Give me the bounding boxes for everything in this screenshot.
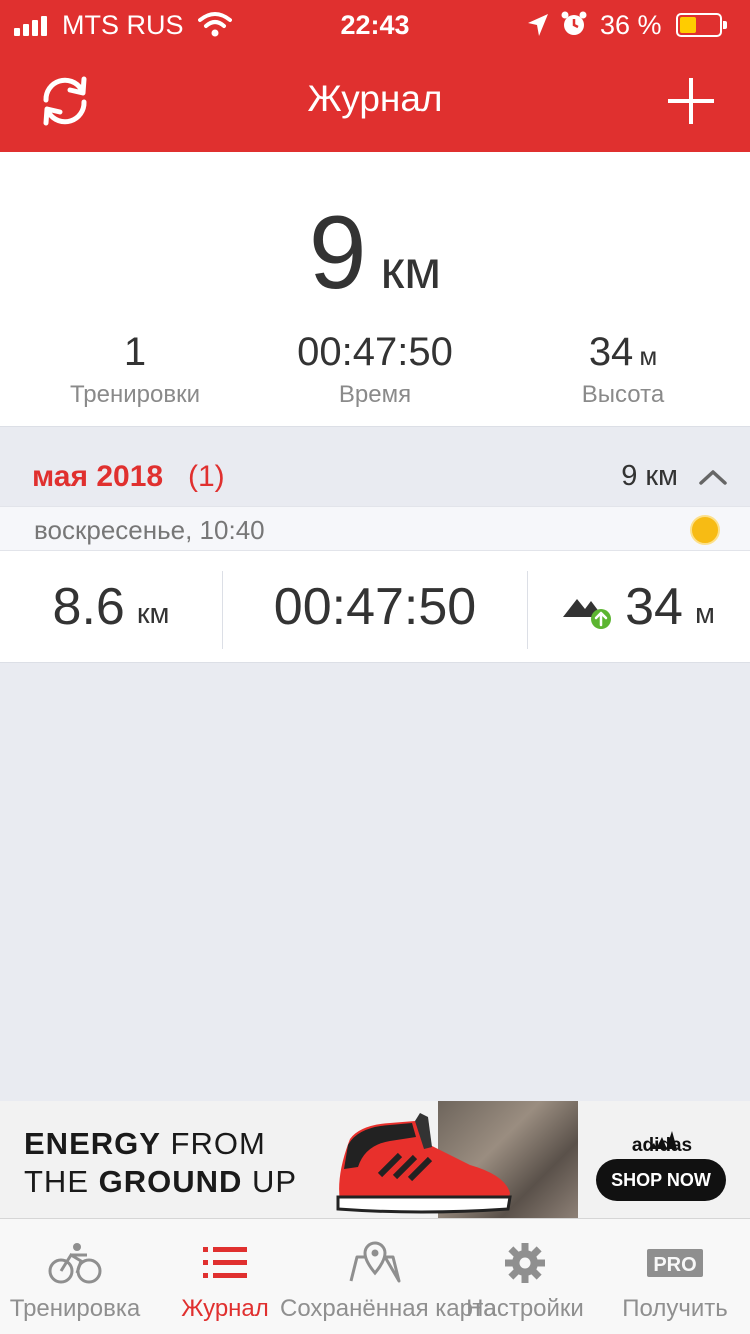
day-header: воскресенье, 10:40 <box>0 506 750 551</box>
shop-now-button[interactable]: SHOP NOW <box>596 1159 726 1201</box>
shoe-image <box>336 1113 512 1214</box>
cycling-icon <box>48 1243 102 1284</box>
map-icon <box>349 1241 401 1283</box>
workout-distance-unit: км <box>136 597 170 630</box>
chevron-up-icon[interactable] <box>698 468 728 486</box>
ad-line1-rest: FROM <box>160 1126 266 1161</box>
tab-get-pro[interactable]: PRO Получить <box>600 1219 750 1334</box>
stat-time: 00:47:50 Время <box>255 330 495 409</box>
workout-duration-value: 00:47:50 <box>273 578 477 636</box>
workout-duration: 00:47:50 <box>223 551 527 663</box>
workout-list-item[interactable]: 8.6 км 00:47:50 34 м <box>0 551 750 663</box>
status-bar: MTS RUS 22:43 36 % <box>0 0 750 52</box>
add-workout-button[interactable] <box>668 78 714 124</box>
workout-elevation-value: 34 <box>625 578 683 636</box>
tab-workout[interactable]: Тренировка <box>0 1219 150 1334</box>
month-label: мая 2018 <box>32 460 164 493</box>
ad-line1-bold: ENERGY <box>24 1126 161 1161</box>
total-distance-unit: км <box>380 240 442 300</box>
location-arrow-icon <box>528 14 548 36</box>
elevation-unit: м <box>639 341 658 371</box>
mountain-climb-icon <box>563 599 612 629</box>
elevation-value: 34 <box>588 330 634 374</box>
header-bar: MTS RUS 22:43 36 % Журнал <box>0 0 750 152</box>
gear-icon <box>505 1243 545 1283</box>
workouts-label: Тренировки <box>69 381 201 408</box>
pro-icon: PRO <box>647 1249 703 1277</box>
battery-percent: 36 % <box>600 10 662 40</box>
time-value: 00:47:50 <box>297 330 453 374</box>
workout-distance: 8.6 км <box>0 551 222 663</box>
stat-elevation: 34 м Высота <box>503 330 743 409</box>
elevation-label: Высота <box>581 381 665 408</box>
tab-journal[interactable]: Журнал <box>150 1219 300 1334</box>
time-label: Время <box>338 381 412 408</box>
tab-bar: Тренировка Журнал Сохранённая карта Наст… <box>0 1218 750 1334</box>
ad-brand-name: adidas <box>631 1135 693 1156</box>
total-distance-value: 9 <box>308 195 367 311</box>
month-count: (1) <box>188 460 225 493</box>
alarm-icon <box>561 11 587 35</box>
ad-line2-rest: UP <box>242 1164 298 1199</box>
stat-workouts: 1 Тренировки <box>15 330 255 409</box>
month-group-header[interactable]: мая 2018 (1) 9 км <box>0 428 750 506</box>
tab-saved-map[interactable]: Сохранённая карта <box>280 1219 497 1334</box>
workout-distance-value: 8.6 <box>52 578 125 636</box>
sun-icon <box>690 515 720 545</box>
ad-line2-pre: THE <box>24 1164 99 1199</box>
tab-label: Получить <box>622 1295 728 1322</box>
ad-headline: ENERGY FROM THE GROUND UP <box>24 1125 297 1201</box>
page-title: Журнал <box>307 78 443 119</box>
workouts-count: 1 <box>123 330 147 374</box>
workout-elevation-unit: м <box>694 597 715 630</box>
month-total: 9 км <box>621 460 678 492</box>
elevation-value-wrap: 34 м <box>503 330 743 375</box>
day-label: воскресенье, 10:40 <box>34 515 265 545</box>
battery-icon <box>676 13 727 37</box>
summary-panel: 9 км 1 Тренировки 00:47:50 Время 34 м Высо… <box>0 152 750 427</box>
svg-text:PRO: PRO <box>653 1254 696 1276</box>
list-icon <box>203 1247 247 1278</box>
total-distance: 9 км <box>0 194 750 313</box>
ad-line2-bold: GROUND <box>98 1164 243 1199</box>
tab-settings[interactable]: Настройки <box>450 1219 600 1334</box>
workout-elevation: 34 м <box>528 551 750 663</box>
